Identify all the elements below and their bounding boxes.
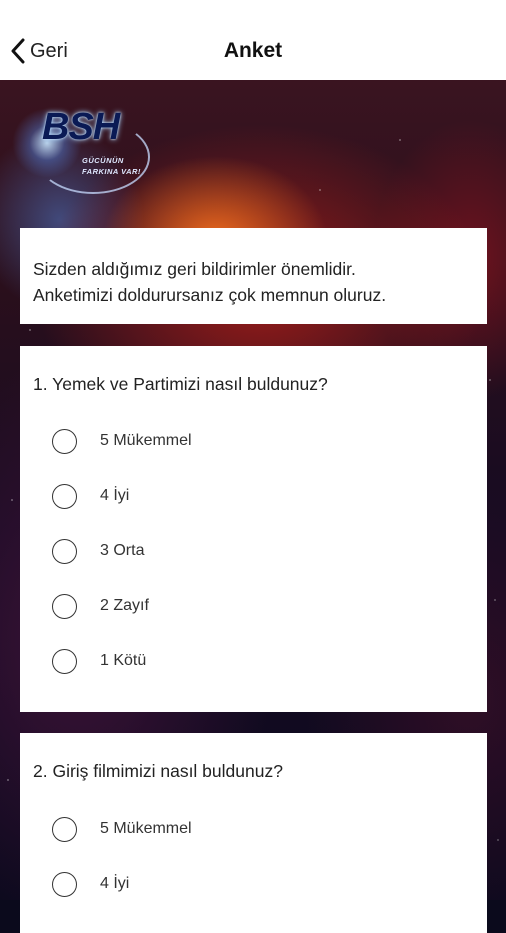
option-label: 1 Kötü bbox=[100, 652, 147, 669]
option-3-orta[interactable]: 3 Orta bbox=[52, 536, 352, 566]
radio-unchecked-icon[interactable] bbox=[52, 428, 77, 454]
option-label: 3 Orta bbox=[100, 542, 145, 559]
question-title: 1. Yemek ve Partimizi nasıl buldunuz? bbox=[33, 374, 328, 394]
radio-unchecked-icon[interactable] bbox=[52, 871, 77, 897]
option-4-iyi[interactable]: 4 İyi bbox=[52, 869, 352, 899]
option-label: 2 Zayıf bbox=[100, 597, 149, 614]
logo-wordmark: BSH bbox=[42, 106, 120, 148]
navigation-bar: Geri Anket bbox=[0, 0, 506, 80]
bsh-logo: BSH GÜCÜNÜN FARKINA VAR! bbox=[12, 100, 152, 200]
radio-unchecked-icon[interactable] bbox=[52, 648, 77, 674]
logo-tagline-line2: FARKINA VAR! bbox=[82, 167, 141, 176]
intro-text: Sizden aldığımız geri bildirimler önemli… bbox=[33, 256, 473, 308]
page-title: Anket bbox=[223, 39, 283, 62]
question-title: 2. Giriş filmimizi nasıl buldunuz? bbox=[33, 761, 283, 781]
intro-line-1: Sizden aldığımız geri bildirimler önemli… bbox=[33, 259, 356, 279]
option-label: 4 İyi bbox=[100, 487, 130, 504]
option-5-mukemmel[interactable]: 5 Mükemmel bbox=[52, 814, 352, 844]
radio-unchecked-icon[interactable] bbox=[52, 538, 77, 564]
radio-unchecked-icon[interactable] bbox=[52, 816, 77, 842]
option-4-iyi[interactable]: 4 İyi bbox=[52, 481, 352, 511]
intro-card: Sizden aldığımız geri bildirimler önemli… bbox=[20, 228, 487, 324]
option-label: 5 Mükemmel bbox=[100, 820, 192, 837]
question-card-2: 2. Giriş filmimizi nasıl buldunuz? 5 Mük… bbox=[20, 733, 487, 933]
question-card-1: 1. Yemek ve Partimizi nasıl buldunuz? 5 … bbox=[20, 346, 487, 712]
option-label: 4 İyi bbox=[100, 875, 130, 892]
logo-tagline-line1: GÜCÜNÜN bbox=[82, 156, 124, 165]
option-label: 5 Mükemmel bbox=[100, 432, 192, 449]
option-2-zayif[interactable]: 2 Zayıf bbox=[52, 591, 352, 621]
radio-unchecked-icon[interactable] bbox=[52, 593, 77, 619]
intro-line-2: Anketimizi doldurursanız çok memnun olur… bbox=[33, 285, 387, 305]
option-5-mukemmel[interactable]: 5 Mükemmel bbox=[52, 426, 352, 456]
radio-unchecked-icon[interactable] bbox=[52, 483, 77, 509]
option-1-kotu[interactable]: 1 Kötü bbox=[52, 646, 352, 676]
